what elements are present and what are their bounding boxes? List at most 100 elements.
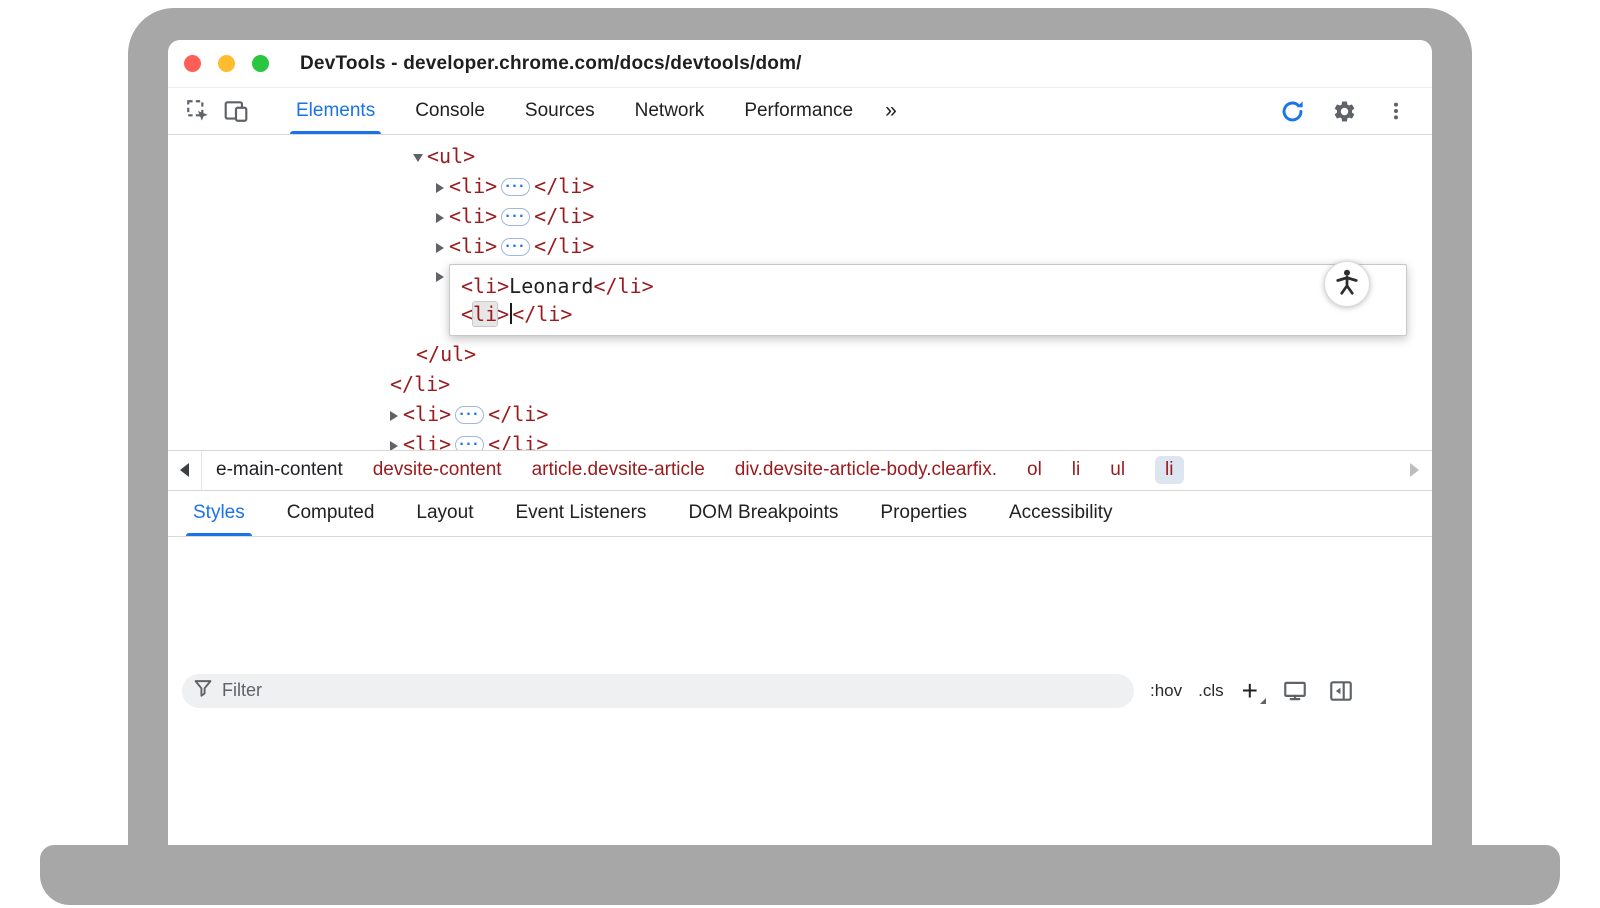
dom-tree-row[interactable]: <li>···</li> xyxy=(168,399,1432,429)
expand-arrow-icon[interactable] xyxy=(390,441,398,450)
breadcrumb-bar: e-main-content devsite-content article.dev… xyxy=(168,450,1432,491)
close-button[interactable] xyxy=(184,55,201,72)
chevron-right-icon xyxy=(1410,463,1419,477)
window-title: DevTools - developer.chrome.com/docs/dev… xyxy=(300,53,802,75)
dom-tree-row[interactable]: <li>···</li> xyxy=(168,231,1432,261)
kebab-menu-icon[interactable] xyxy=(1380,100,1412,122)
toolbar-spacer xyxy=(909,88,1276,134)
tab-performance[interactable]: Performance xyxy=(724,88,873,134)
collapse-arrow-icon[interactable] xyxy=(413,154,423,162)
breadcrumb-item[interactable]: e-main-content xyxy=(216,459,343,481)
sidebar-tab-dom-breakpoints[interactable]: DOM Breakpoints xyxy=(667,491,859,536)
dom-tree-row[interactable]: </ul> xyxy=(168,339,1432,369)
expand-inline-button[interactable]: ··· xyxy=(501,208,530,226)
breadcrumb-scroll-left-button[interactable] xyxy=(168,451,202,490)
edit-line[interactable]: <li></li> xyxy=(461,300,1395,328)
code-token: Leonard xyxy=(509,274,593,298)
breadcrumb-item[interactable]: div.devsite-article-body.clearfix. xyxy=(735,459,997,481)
toggle-sidebar-icon[interactable] xyxy=(1326,676,1356,706)
breadcrumb-scroll-right-button[interactable] xyxy=(1396,463,1432,477)
code-token: </li> xyxy=(512,302,572,326)
code-token: </li> xyxy=(488,402,548,426)
expand-arrow-icon[interactable] xyxy=(390,411,398,421)
code-token: < xyxy=(461,302,473,326)
breadcrumb-item[interactable]: ul xyxy=(1110,459,1125,481)
code-token: </li> xyxy=(488,432,548,450)
code-token: <li> xyxy=(449,174,497,198)
expand-arrow-icon[interactable] xyxy=(436,213,444,223)
tab-console[interactable]: Console xyxy=(395,88,505,134)
dom-tree-row[interactable]: <li>···</li> xyxy=(168,201,1432,231)
funnel-icon xyxy=(194,679,212,702)
device-frame-base xyxy=(40,845,1560,905)
accessibility-overlay-button[interactable] xyxy=(1324,261,1370,307)
expand-inline-button[interactable]: ··· xyxy=(455,406,484,424)
filter-field[interactable] xyxy=(182,674,1134,708)
sync-icon[interactable] xyxy=(1276,98,1308,125)
settings-gear-icon[interactable] xyxy=(1328,99,1360,124)
toolbar-tabs: ElementsConsoleSourcesNetworkPerformance xyxy=(276,88,873,134)
code-token: <li> xyxy=(449,204,497,228)
styles-toolbar: :hov .cls + xyxy=(168,537,1432,846)
breadcrumb: e-main-content devsite-content article.dev… xyxy=(216,456,1396,484)
zoom-button[interactable] xyxy=(252,55,269,72)
code-token: <li> xyxy=(403,432,451,450)
expand-inline-button[interactable]: ··· xyxy=(455,436,484,450)
code-token: </li> xyxy=(390,372,450,396)
code-token: <li> xyxy=(461,274,509,298)
dom-tree-row[interactable]: </li> xyxy=(168,369,1432,399)
title-bar: DevTools - developer.chrome.com/docs/dev… xyxy=(168,40,1432,88)
chevron-left-icon xyxy=(180,463,189,477)
inspect-icon[interactable] xyxy=(182,88,214,134)
devtools-toolbar: ElementsConsoleSourcesNetworkPerformance… xyxy=(168,88,1432,135)
toggle-element-state-button[interactable]: :hov xyxy=(1150,681,1182,701)
sidebar-tab-styles[interactable]: Styles xyxy=(172,491,266,536)
tab-elements[interactable]: Elements xyxy=(276,88,395,134)
rendering-emulations-icon[interactable] xyxy=(1280,676,1310,706)
code-token: </li> xyxy=(534,234,594,258)
sidebar-tab-accessibility[interactable]: Accessibility xyxy=(988,491,1133,536)
code-token: </li> xyxy=(593,274,653,298)
breadcrumb-item[interactable]: devsite-content xyxy=(373,459,502,481)
code-token: > xyxy=(497,302,509,326)
dom-tree-row[interactable]: <li>···</li> xyxy=(168,171,1432,201)
breadcrumb-item[interactable]: li xyxy=(1155,456,1183,484)
styles-sidebar-tabs: StylesComputedLayoutEvent ListenersDOM B… xyxy=(168,491,1432,537)
html-edit-overlay[interactable]: <li>Leonard</li><li></li> xyxy=(449,264,1407,336)
expand-arrow-icon[interactable] xyxy=(436,272,444,282)
device-toolbar-icon[interactable] xyxy=(220,88,252,134)
dom-tree-row[interactable]: <li> ··· </li> xyxy=(168,429,1432,450)
accessibility-icon xyxy=(1332,267,1362,302)
sidebar-tab-event-listeners[interactable]: Event Listeners xyxy=(494,491,667,536)
minimize-button[interactable] xyxy=(218,55,235,72)
breadcrumb-item[interactable]: article.devsite-article xyxy=(532,459,705,481)
dom-tree-edit-row[interactable]: <li>Leonard</li><li></li> xyxy=(168,261,1432,339)
dom-tree-panel: <ul><li>···</li><li>···</li><li>···</li>… xyxy=(168,135,1432,450)
breadcrumb-item[interactable]: ol xyxy=(1027,459,1042,481)
sidebar-tab-computed[interactable]: Computed xyxy=(266,491,396,536)
tab-sources[interactable]: Sources xyxy=(505,88,615,134)
breadcrumb-item[interactable]: li xyxy=(1072,459,1080,481)
code-token: li xyxy=(473,302,497,326)
toolbar-right-icons xyxy=(1276,88,1432,134)
code-token: <li> xyxy=(449,234,497,258)
code-token: </ul> xyxy=(416,342,476,366)
sidebar-tab-layout[interactable]: Layout xyxy=(395,491,494,536)
expand-arrow-icon[interactable] xyxy=(436,183,444,193)
code-token: <ul> xyxy=(427,144,475,168)
expand-arrow-icon[interactable] xyxy=(436,243,444,253)
code-token: </li> xyxy=(534,174,594,198)
styles-filter-input[interactable] xyxy=(222,680,1122,701)
code-token: <li> xyxy=(403,402,451,426)
edit-line[interactable]: <li>Leonard</li> xyxy=(461,272,1395,300)
expand-inline-button[interactable]: ··· xyxy=(501,178,530,196)
devtools-window: DevTools - developer.chrome.com/docs/dev… xyxy=(168,40,1432,845)
dom-tree-row[interactable]: <ul> xyxy=(168,141,1432,171)
new-style-rule-button[interactable]: + xyxy=(1242,677,1264,705)
element-classes-button[interactable]: .cls xyxy=(1198,681,1224,701)
tab-network[interactable]: Network xyxy=(615,88,725,134)
more-tabs-button[interactable]: » xyxy=(873,88,909,134)
code-token: </li> xyxy=(534,204,594,228)
sidebar-tab-properties[interactable]: Properties xyxy=(859,491,988,536)
expand-inline-button[interactable]: ··· xyxy=(501,238,530,256)
